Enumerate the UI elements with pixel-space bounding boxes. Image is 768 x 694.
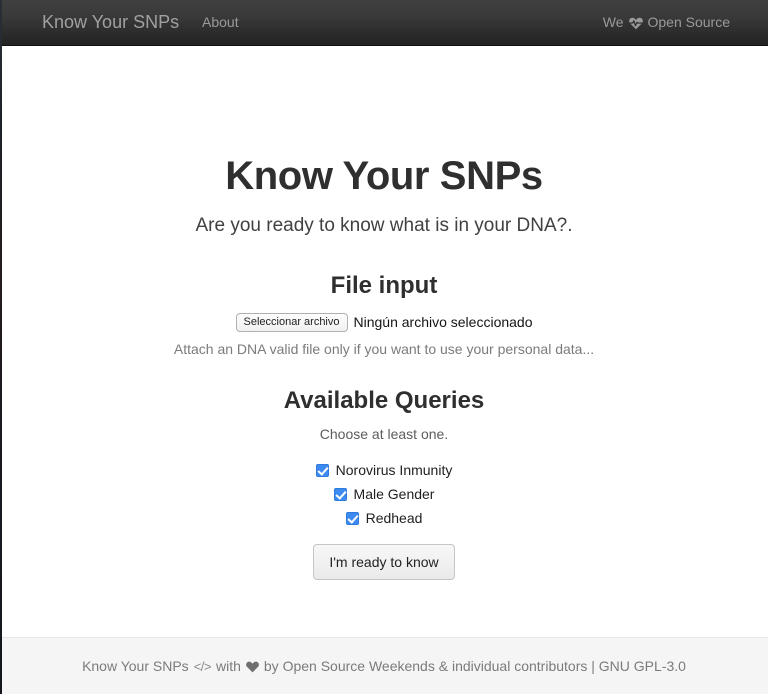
file-help-text: Attach an DNA valid file only if you wan… [173, 340, 595, 357]
query-list: Norovirus Inmunity Male Gender Redhead [0, 442, 768, 530]
query-label: Male Gender [353, 486, 435, 503]
checkbox-norovirus-inmunity[interactable] [315, 463, 329, 477]
select-file-button[interactable]: Seleccionar archivo [235, 312, 348, 332]
submit-wrapper: I'm ready to know [0, 530, 768, 581]
footer: Know Your SNPs </> with by Open Source W… [0, 637, 768, 694]
footer-credits-text: by Open Source Weekends & individual con… [263, 658, 686, 674]
footer-text: Know Your SNPs </> with by Open Source W… [82, 658, 686, 674]
file-input-heading: File input [330, 271, 438, 299]
available-queries-heading: Available Queries [283, 386, 485, 414]
navbar-inner: Know Your SNPs About We Open Source [0, 0, 768, 45]
navbar-open-source-link[interactable]: We Open Source [603, 0, 730, 45]
query-row[interactable]: Male Gender [0, 482, 768, 506]
footer-project-link[interactable]: Know Your SNPs [82, 658, 189, 674]
navbar-brand[interactable]: Know Your SNPs [42, 0, 179, 45]
query-row[interactable]: Norovirus Inmunity [0, 458, 768, 482]
main-content: Know Your SNPs Are you ready to know wha… [0, 46, 768, 637]
navbar: Know Your SNPs About We Open Source [0, 0, 768, 46]
checkbox-redhead[interactable] [345, 511, 359, 525]
queries-instruction: Choose at least one. [319, 426, 449, 443]
nav-link-about[interactable]: About [202, 0, 239, 45]
page-title: Know Your SNPs [225, 154, 543, 198]
page-subtitle: Are you ready to know what is in your DN… [195, 215, 573, 236]
query-label: Norovirus Inmunity [335, 462, 453, 479]
navbar-right-suffix: Open Source [647, 14, 731, 30]
query-label: Redhead [365, 510, 423, 527]
code-icon: </> [193, 658, 212, 674]
window-edge-sliver [0, 0, 2, 694]
ready-to-know-button[interactable]: I'm ready to know [313, 544, 455, 581]
heartbeat-icon [628, 17, 643, 30]
file-input-row[interactable]: Seleccionar archivo Ningún archivo selec… [0, 301, 768, 332]
navbar-right-prefix: We [602, 14, 624, 30]
query-row[interactable]: Redhead [0, 506, 768, 530]
checkbox-male-gender[interactable] [333, 487, 347, 501]
file-status-text: Ningún archivo seleccionado [353, 314, 533, 331]
heart-icon [246, 661, 259, 673]
footer-with-text: with [215, 658, 241, 674]
